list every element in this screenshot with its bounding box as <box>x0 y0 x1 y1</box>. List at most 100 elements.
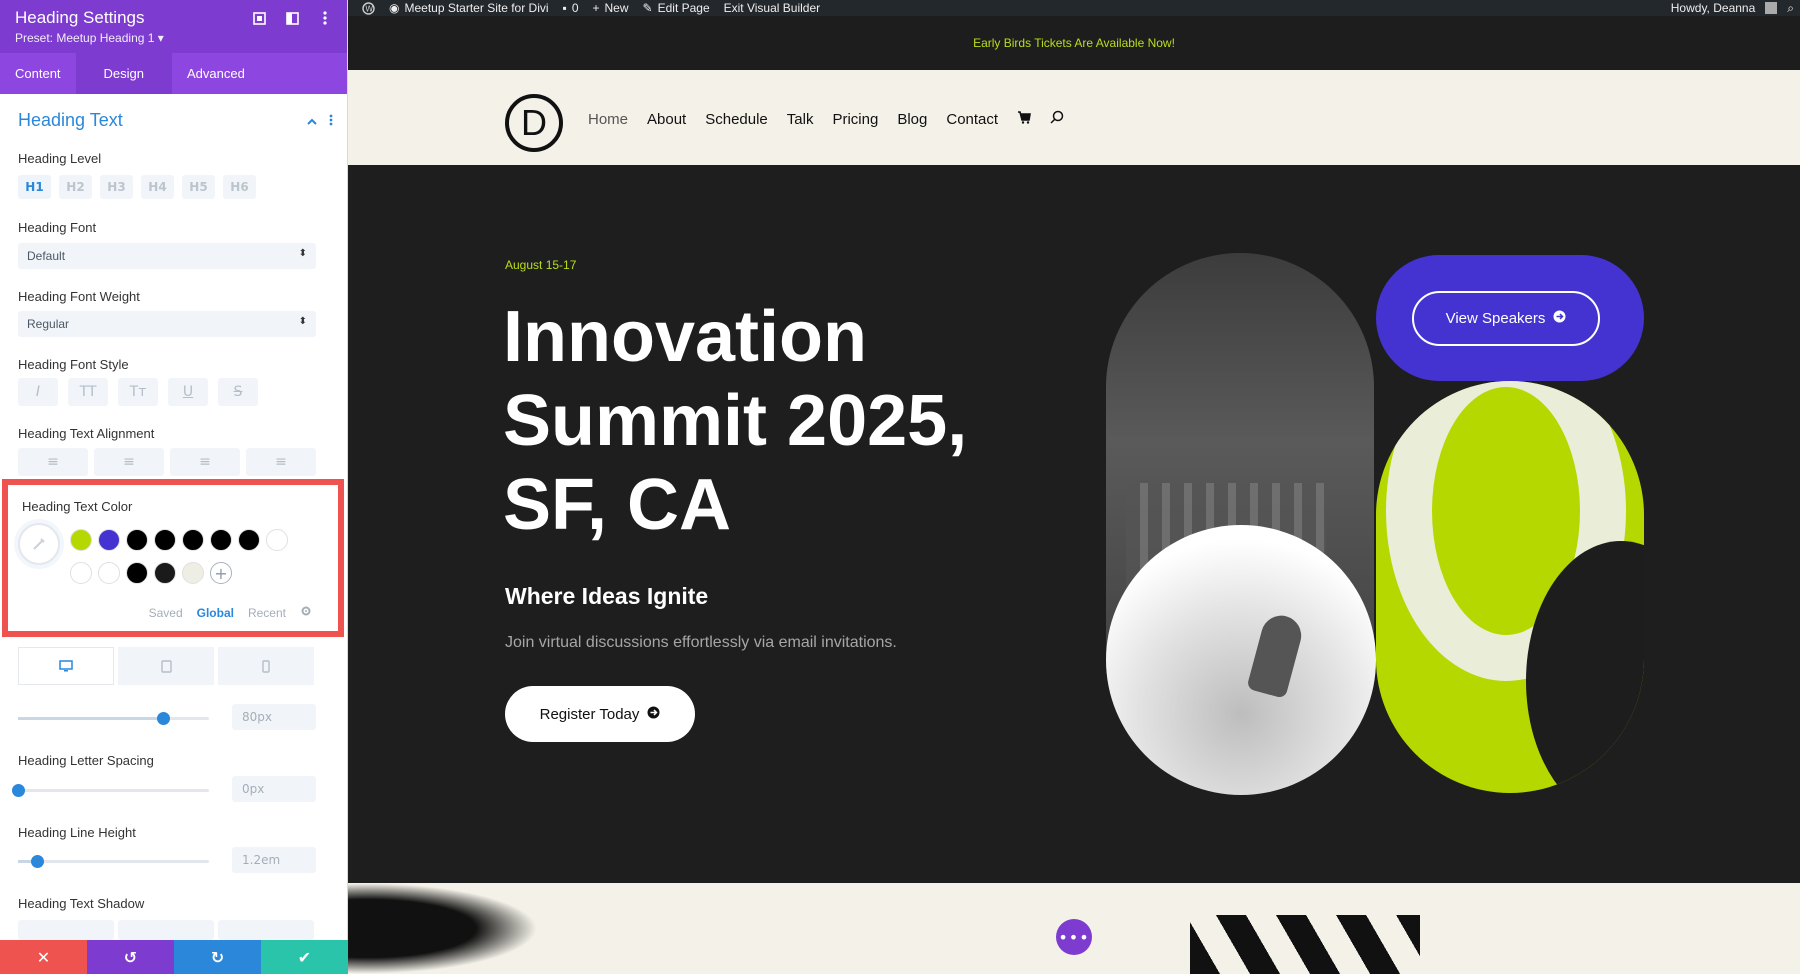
collapse-icon[interactable] <box>307 114 317 129</box>
heading-text-size-value[interactable]: 80px <box>232 704 316 730</box>
uppercase-button[interactable]: TT <box>68 378 108 406</box>
color-swatch[interactable] <box>238 529 260 551</box>
align-justify-icon[interactable]: ≡ <box>246 448 316 476</box>
heading-line-height-slider[interactable] <box>18 855 209 868</box>
color-swatch[interactable] <box>70 562 92 584</box>
comments-link[interactable]: ▪ 0 <box>563 1 579 15</box>
capitalize-button[interactable]: Tт <box>118 378 158 406</box>
heading-font-select[interactable]: Default ⬍ <box>18 243 316 269</box>
color-swatch[interactable] <box>182 529 204 551</box>
align-right-icon[interactable]: ≡ <box>170 448 240 476</box>
section-options-icon[interactable] <box>329 114 333 129</box>
undo-button[interactable]: ↺ <box>87 940 174 974</box>
avatar[interactable] <box>1765 2 1778 14</box>
section-title[interactable]: Heading Text <box>18 110 123 131</box>
heading-level-h2[interactable]: H2 <box>59 175 92 199</box>
color-swatch[interactable] <box>126 529 148 551</box>
align-left-icon[interactable]: ≡ <box>18 448 88 476</box>
phone-icon[interactable] <box>218 647 314 685</box>
search-icon[interactable]: ⌕ <box>1787 1 1794 16</box>
save-button[interactable]: ✔ <box>261 940 348 974</box>
heading-font-weight-select[interactable]: Regular ⬍ <box>18 311 316 337</box>
italic-button[interactable]: I <box>18 378 58 406</box>
heading-level-h4[interactable]: H4 <box>141 175 174 199</box>
slider-handle[interactable] <box>157 712 171 725</box>
tab-saved[interactable]: Saved <box>149 606 183 620</box>
heading-level-h5[interactable]: H5 <box>182 175 215 199</box>
preset-selector[interactable]: Preset: Meetup Heading 1 ▾ <box>15 31 332 45</box>
view-speakers-button[interactable]: View Speakers <box>1412 291 1600 346</box>
edit-page-link[interactable]: ✎ Edit Page <box>643 1 710 15</box>
nav-item-blog[interactable]: Blog <box>897 111 927 128</box>
strikethrough-button[interactable]: S <box>218 378 258 406</box>
text-alignment-options: ≡ ≡ ≡ ≡ <box>18 448 316 476</box>
heading-line-height-label: Heading Line Height <box>18 825 136 840</box>
builder-options-button[interactable]: ••• <box>1056 919 1092 955</box>
color-swatch[interactable] <box>98 562 120 584</box>
hero-section: August 15-17 Innovation Summit 2025, SF,… <box>348 165 1800 883</box>
color-swatch[interactable] <box>182 562 204 584</box>
color-swatch[interactable] <box>210 529 232 551</box>
nav-item-talk[interactable]: Talk <box>787 111 814 128</box>
admin-site-link[interactable]: ◉ Meetup Starter Site for Divi <box>389 1 549 15</box>
register-button[interactable]: Register Today <box>505 686 695 742</box>
arrow-right-icon <box>1553 310 1566 327</box>
cancel-button[interactable]: ✕ <box>0 940 87 974</box>
nav-item-pricing[interactable]: Pricing <box>832 111 878 128</box>
tablet-icon[interactable] <box>118 647 214 685</box>
heading-level-h1[interactable]: H1 <box>18 175 51 199</box>
heading-line-height-value[interactable]: 1.2em <box>232 847 316 873</box>
expand-icon[interactable] <box>251 10 267 26</box>
color-swatch[interactable] <box>154 562 176 584</box>
nav-item-schedule[interactable]: Schedule <box>705 111 768 128</box>
text-shadow-preset[interactable] <box>18 920 114 940</box>
text-shadow-preset[interactable] <box>218 920 314 940</box>
heading-level-h6[interactable]: H6 <box>223 175 256 199</box>
tab-global[interactable]: Global <box>197 606 234 620</box>
new-label: New <box>604 1 629 15</box>
howdy-user[interactable]: Howdy, Deanna <box>1671 1 1756 15</box>
slider-handle[interactable] <box>31 855 45 868</box>
slider-handle[interactable] <box>12 784 25 797</box>
desktop-icon[interactable] <box>18 647 114 685</box>
search-icon[interactable] <box>1050 110 1064 128</box>
heading-text-size-slider[interactable] <box>18 712 209 725</box>
heading-text-color-picker: Heading Text Color + Saved Global Recent <box>2 479 344 637</box>
hero-heading[interactable]: Innovation Summit 2025, SF, CA <box>503 295 1023 547</box>
exit-builder-link[interactable]: Exit Visual Builder <box>724 1 821 15</box>
eyedropper-icon[interactable] <box>18 523 60 565</box>
tab-design[interactable]: Design <box>75 53 173 94</box>
nav-item-contact[interactable]: Contact <box>946 111 998 128</box>
font-style-options: I TT Tт U S <box>18 378 258 406</box>
wordpress-logo-icon[interactable]: W <box>362 1 375 15</box>
add-color-icon[interactable]: + <box>210 562 232 584</box>
color-swatch[interactable] <box>98 529 120 551</box>
select-caret-icon: ⬍ <box>298 316 307 327</box>
split-view-icon[interactable] <box>284 10 300 26</box>
heading-level-h3[interactable]: H3 <box>100 175 133 199</box>
nav-item-home[interactable]: Home <box>588 111 628 128</box>
site-logo[interactable]: D <box>505 94 563 152</box>
tab-advanced[interactable]: Advanced <box>172 53 260 94</box>
speakers-pill: View Speakers <box>1376 255 1644 381</box>
color-swatch[interactable] <box>266 529 288 551</box>
nav-item-about[interactable]: About <box>647 111 686 128</box>
text-shadow-preset[interactable] <box>118 920 214 940</box>
redo-button[interactable]: ↻ <box>174 940 261 974</box>
gear-icon[interactable] <box>300 605 312 620</box>
more-options-icon[interactable] <box>317 10 333 26</box>
tab-content[interactable]: Content <box>0 53 76 94</box>
heading-letter-spacing-value[interactable]: 0px <box>232 776 316 802</box>
swatch-row-2: + <box>70 562 232 584</box>
color-swatch[interactable] <box>154 529 176 551</box>
underline-button[interactable]: U <box>168 378 208 406</box>
tab-recent[interactable]: Recent <box>248 606 286 620</box>
cart-icon[interactable] <box>1017 110 1032 128</box>
heading-letter-spacing-slider[interactable] <box>12 784 209 797</box>
color-swatch[interactable] <box>70 529 92 551</box>
heading-font-style-label: Heading Font Style <box>18 357 129 372</box>
color-swatch[interactable] <box>126 562 148 584</box>
new-link[interactable]: + New <box>593 1 629 15</box>
align-center-icon[interactable]: ≡ <box>94 448 164 476</box>
dashboard-icon: ◉ <box>389 1 400 15</box>
